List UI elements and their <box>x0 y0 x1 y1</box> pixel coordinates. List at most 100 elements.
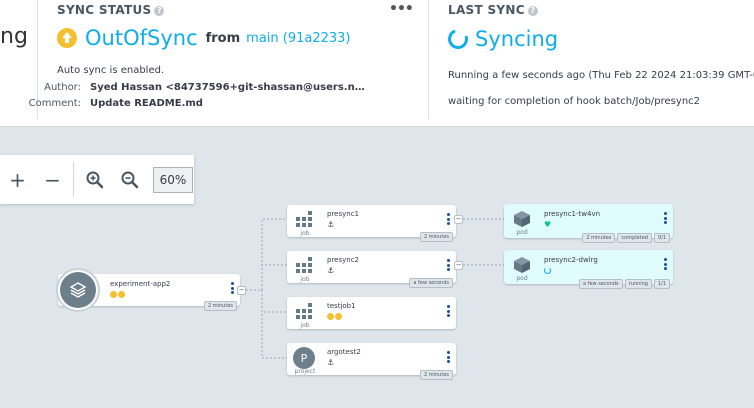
node-kind: pod <box>516 275 528 282</box>
age-tag: a few seconds <box>579 279 623 289</box>
grid-icon <box>296 303 312 319</box>
app-node[interactable]: experiment-app2 2 minutes <box>56 268 240 312</box>
node-tags: a few seconds running 1/1 <box>579 279 670 289</box>
project-letter-icon: P <box>293 347 315 369</box>
comment-label: Comment: <box>28 98 81 109</box>
node-menu-icon[interactable] <box>447 213 450 225</box>
auto-sync-text: Auto sync is enabled. <box>57 65 165 76</box>
app-collapse-button[interactable]: − <box>237 286 246 295</box>
pod-node-presync2-dwlrg[interactable]: pod presync2-dwlrg a few seconds running… <box>504 250 673 289</box>
node-status-icons <box>544 267 551 274</box>
resource-node-presync2[interactable]: job presync2 ⚓ a few seconds <box>287 251 456 288</box>
node-tags: 2 minutes <box>419 232 453 242</box>
layers-icon <box>60 272 96 308</box>
last-sync-row: Syncing <box>444 25 558 53</box>
age-tag: 2 minutes <box>582 233 616 243</box>
status-tag: running <box>624 279 652 289</box>
anchor-icon: ⚓ <box>327 266 335 275</box>
expand-button[interactable]: + <box>0 155 35 204</box>
resource-node-argotest2[interactable]: P project argotest2 ⚓ 2 minutes <box>287 343 456 380</box>
node-name: presync2-dwlrg <box>544 256 598 264</box>
outofsync-icon <box>118 291 125 298</box>
node-tags: 2 minutes completed 0/1 <box>582 233 670 243</box>
app-tags: 2 minutes <box>203 301 237 311</box>
node-kind: project <box>294 368 316 375</box>
revision-link[interactable]: main (91a2233) <box>246 31 350 46</box>
node-status-icons: ⚓ <box>327 359 334 367</box>
node-menu-icon[interactable] <box>447 305 450 317</box>
node-status-icons: ⚓ <box>327 267 334 275</box>
age-tag: 2 minutes <box>203 301 237 311</box>
grid-icon <box>296 211 312 227</box>
last-sync-running-text: Running a few seconds ago (Thu Feb 22 20… <box>448 70 754 81</box>
node-status-icons: ⚓ <box>327 221 334 229</box>
node-menu-icon[interactable] <box>447 259 450 271</box>
presync1-collapse-button[interactable]: − <box>454 215 463 224</box>
graph-toolbar: + − 60% <box>0 155 194 204</box>
help-icon[interactable]: ? <box>527 6 538 16</box>
header-divider <box>428 0 429 119</box>
age-tag: 2 minutes <box>419 232 453 242</box>
node-kind: job <box>300 230 310 237</box>
app-icon-wrap <box>56 268 100 312</box>
anchor-icon: ⚓ <box>327 358 335 367</box>
author-label: Author: <box>44 82 81 93</box>
node-menu-icon[interactable] <box>664 212 667 224</box>
edge-app-testjob1 <box>261 290 287 313</box>
node-kind: pod <box>516 229 528 236</box>
node-menu-icon[interactable] <box>664 258 667 270</box>
last-sync-status[interactable]: Syncing <box>475 27 558 51</box>
app-menu-icon[interactable] <box>231 282 234 294</box>
resource-node-presync1[interactable]: job presync1 ⚓ 2 minutes <box>287 205 456 242</box>
help-icon[interactable]: ? <box>154 6 165 16</box>
node-name: presync1 <box>327 210 360 218</box>
sync-status-title-text: SYNC STATUS <box>57 3 152 17</box>
age-tag: 2 minutes <box>419 370 453 380</box>
magnifier-plus-icon <box>86 171 103 188</box>
ready-tag: 0/1 <box>653 233 670 243</box>
edge-app-presync1 <box>246 218 287 291</box>
arrow-up-circle-icon <box>57 28 77 48</box>
node-status-icons <box>327 313 342 320</box>
toolbar-divider <box>73 162 74 197</box>
pod-node-presync1-tw4vn[interactable]: pod presync1-tw4vn ♥ 2 minutes completed… <box>504 204 673 243</box>
node-tags: 2 minutes <box>419 370 453 380</box>
node-status-icons: ♥ <box>544 220 552 229</box>
outofsync-icon <box>335 313 342 320</box>
resource-node-testjob1[interactable]: job testjob1 <box>287 297 456 329</box>
node-name: testjob1 <box>327 302 356 310</box>
node-kind: job <box>300 276 310 283</box>
node-kind: job <box>300 322 310 329</box>
zoom-in-button[interactable] <box>77 155 112 204</box>
author-row: Author: Syed Hassan <84737596+git-shassan… <box>17 82 370 93</box>
node-name: argotest2 <box>327 348 361 356</box>
outofsync-icon <box>110 291 117 298</box>
heart-icon: ♥ <box>544 220 552 229</box>
ready-tag: 1/1 <box>653 279 670 289</box>
node-menu-icon[interactable] <box>447 351 450 363</box>
sync-status-more-menu-icon[interactable]: ••• <box>389 1 414 17</box>
collapse-button[interactable]: − <box>35 155 70 204</box>
comment-value: Update README.md <box>90 98 203 109</box>
truncated-panel-text: ng <box>0 24 28 49</box>
sync-status-title: SYNC STATUS? <box>57 3 165 17</box>
app-status-icons <box>110 291 125 298</box>
sync-status-value[interactable]: OutOfSync <box>85 26 198 50</box>
node-name: presync2 <box>327 256 360 264</box>
presync2-collapse-button[interactable]: − <box>454 261 463 270</box>
edge-app-argotest2 <box>261 290 287 359</box>
age-tag: a few seconds <box>409 278 453 288</box>
node-tags: a few seconds <box>409 278 453 288</box>
zoom-out-button[interactable] <box>112 155 147 204</box>
app-status-header: ng SYNC STATUS? ••• OutOfSync from main … <box>0 0 754 127</box>
status-tag: completed <box>617 233 652 243</box>
outofsync-icon <box>327 313 334 320</box>
last-sync-waiting-text: waiting for completion of hook batch/Job… <box>448 96 701 107</box>
last-sync-title: LAST SYNC? <box>448 3 538 17</box>
zoom-level-display[interactable]: 60% <box>153 166 193 193</box>
spinner-icon <box>444 25 472 53</box>
grid-icon <box>296 257 312 273</box>
comment-row: Comment: Update README.md <box>17 98 203 109</box>
app-name: experiment-app2 <box>110 280 171 288</box>
last-sync-title-text: LAST SYNC <box>448 3 525 17</box>
